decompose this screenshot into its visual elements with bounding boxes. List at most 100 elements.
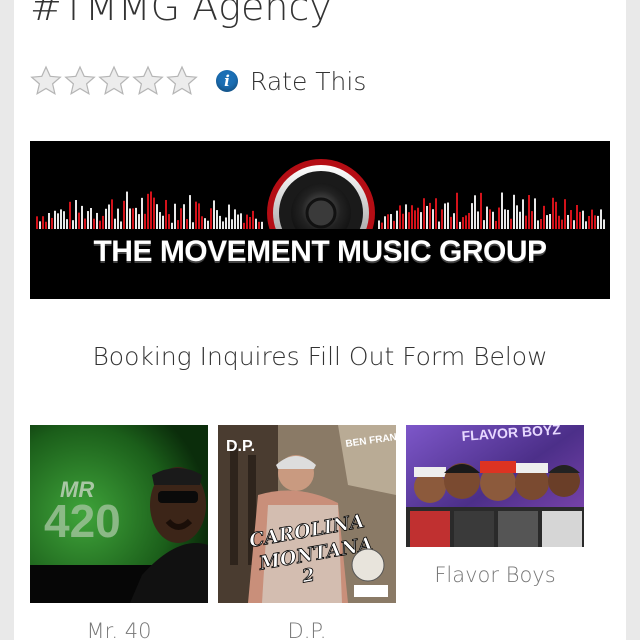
artist-thumb-flavor-boys[interactable]: FLAVOR BOYZ	[406, 425, 584, 547]
equalizer-bar	[93, 218, 95, 229]
equalizer-bar	[546, 215, 548, 229]
equalizer-bar	[213, 200, 215, 229]
equalizer-bar	[444, 203, 446, 229]
equalizer-bar	[216, 210, 218, 229]
equalizer-bar	[252, 210, 254, 229]
artist-name[interactable]: Mr. 40	[30, 619, 208, 640]
equalizer-bar	[549, 214, 551, 229]
equalizer-bar	[198, 203, 200, 229]
artist-card-flavor-boys[interactable]: FLAVOR BOYZ Flavor Boys	[406, 425, 584, 587]
equalizer-bar	[399, 205, 401, 229]
equalizer-bar	[528, 195, 530, 229]
equalizer-bar	[477, 211, 479, 229]
equalizer-bar	[261, 221, 263, 229]
equalizer-bar	[537, 220, 539, 229]
page-title: #TMMG Agency	[30, 0, 332, 29]
speaker-center	[305, 197, 337, 229]
equalizer-bar	[207, 220, 209, 229]
equalizer-bar	[54, 210, 56, 229]
equalizer-bar	[132, 208, 134, 229]
equalizer-bar	[513, 194, 515, 229]
equalizer-bar	[189, 195, 191, 229]
artist-name[interactable]: D.P.	[218, 619, 396, 640]
equalizer-bar	[600, 209, 602, 229]
equalizer-bar	[597, 215, 599, 229]
equalizer-bar	[507, 209, 509, 229]
equalizer-bar	[414, 210, 416, 229]
equalizer-bar	[69, 201, 71, 229]
equalizer-bar	[126, 191, 128, 229]
star-icon[interactable]	[132, 65, 164, 97]
star-icon[interactable]	[166, 65, 198, 97]
artist-thumb-dp[interactable]: D.P. BEN FRANK CAROLINA MONTANA 2	[218, 425, 396, 603]
equalizer-bar	[72, 220, 74, 229]
equalizer-bar	[57, 213, 59, 229]
equalizer-bar	[396, 210, 398, 229]
equalizer-bar	[603, 219, 605, 229]
equalizer-bar	[459, 221, 461, 229]
equalizer-bar	[384, 216, 386, 229]
equalizer-bar	[552, 197, 554, 229]
equalizer-bar	[237, 214, 239, 229]
rating-row: i Rate This	[30, 63, 366, 99]
equalizer-bar	[162, 215, 164, 229]
equalizer-bar	[180, 208, 182, 229]
mr-40-cover-art: MR 420	[30, 425, 208, 603]
equalizer-bar	[576, 204, 578, 229]
star-icon[interactable]	[64, 65, 96, 97]
equalizer-bar	[504, 209, 506, 229]
page: #TMMG Agency i Rate This THE MOVEMENT MU…	[14, 0, 626, 640]
equalizer-bar	[591, 209, 593, 229]
equalizer-bar	[129, 208, 131, 229]
equalizer-bar	[192, 222, 194, 229]
equalizer-bar	[522, 199, 524, 229]
equalizer-bar	[117, 208, 119, 229]
star-rating[interactable]	[30, 65, 198, 97]
equalizer-bar	[51, 217, 53, 229]
equalizer-bar	[195, 201, 197, 229]
equalizer-bar	[492, 211, 494, 229]
rate-this-label: Rate This	[250, 66, 367, 96]
artist-name[interactable]: Flavor Boys	[406, 563, 584, 587]
equalizer-bar	[231, 219, 233, 229]
equalizer-bar	[171, 222, 173, 229]
equalizer-bar	[153, 197, 155, 229]
equalizer-bar	[531, 211, 533, 229]
star-icon[interactable]	[30, 65, 62, 97]
equalizer-bar	[456, 192, 458, 229]
equalizer-bar	[417, 207, 419, 229]
equalizer-bar	[141, 197, 143, 229]
artist-card-mr-40[interactable]: MR 420 Mr. 40	[30, 425, 208, 640]
equalizer-bar	[555, 201, 557, 229]
artist-thumb-mr-40[interactable]: MR 420	[30, 425, 208, 603]
equalizer-bar	[84, 218, 86, 229]
equalizer-bar	[99, 220, 101, 229]
equalizer-bar	[120, 221, 122, 229]
equalizer-bar	[159, 212, 161, 229]
equalizer-bar	[426, 205, 428, 229]
equalizer-bar	[156, 204, 158, 229]
equalizer-bar	[486, 206, 488, 229]
equalizer-bar	[564, 199, 566, 229]
equalizer-bar	[582, 210, 584, 229]
equalizer-bar	[501, 192, 503, 229]
equalizer-bar	[588, 215, 590, 229]
star-icon[interactable]	[98, 65, 130, 97]
equalizer-bar	[474, 195, 476, 229]
equalizer-bar	[468, 212, 470, 229]
equalizer-bar	[39, 221, 41, 229]
equalizer-bar	[567, 214, 569, 229]
flavor-boys-cover-art: FLAVOR BOYZ	[406, 425, 584, 547]
equalizer-bar	[150, 191, 152, 229]
equalizer-bar	[240, 213, 242, 229]
equalizer-bar	[108, 204, 110, 229]
equalizer-bar	[387, 214, 389, 229]
artist-card-dp[interactable]: D.P. BEN FRANK CAROLINA MONTANA 2 D.P.	[218, 425, 396, 640]
booking-instructions: Booking Inquires Fill Out Form Below	[92, 342, 548, 371]
equalizer-bar	[558, 215, 560, 229]
equalizer-bar	[45, 221, 47, 229]
dp-cover-art: D.P. BEN FRANK CAROLINA MONTANA 2	[218, 425, 396, 603]
info-icon[interactable]: i	[216, 70, 238, 92]
equalizer-bar	[435, 198, 437, 229]
equalizer-bar	[570, 210, 572, 229]
